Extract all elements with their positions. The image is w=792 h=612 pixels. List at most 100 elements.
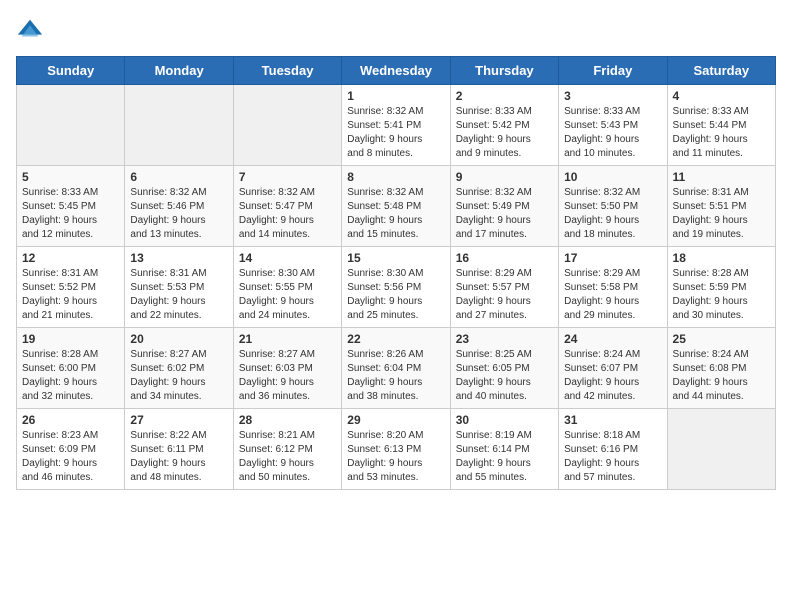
day-info: Sunrise: 8:23 AM Sunset: 6:09 PM Dayligh…: [22, 429, 119, 485]
day-number: 31: [564, 413, 661, 427]
day-info: Sunrise: 8:21 AM Sunset: 6:12 PM Dayligh…: [239, 429, 336, 485]
calendar-day-cell: 17Sunrise: 8:29 AM Sunset: 5:58 PM Dayli…: [559, 247, 667, 328]
calendar-day-cell: 29 Sunrise: 8:20 AM Sunset: 6:13 PM Dayli…: [342, 409, 450, 490]
day-number: 14: [239, 251, 336, 265]
calendar-day-cell: 12Sunrise: 8:31 AM Sunset: 5:52 PM Dayli…: [17, 247, 125, 328]
day-of-week-header: Sunday: [17, 57, 125, 85]
day-number: 8: [347, 170, 444, 184]
day-info: Sunrise: 8:28 AM Sunset: 5:59 PM Dayligh…: [673, 267, 770, 323]
day-number: 4: [673, 89, 770, 103]
calendar-day-cell: 6Sunrise: 8:32 AM Sunset: 5:46 PM Daylig…: [125, 166, 233, 247]
day-number: 24: [564, 332, 661, 346]
day-number: 6: [130, 170, 227, 184]
day-number: 30: [456, 413, 553, 427]
day-number: 25: [673, 332, 770, 346]
page-header: [16, 16, 776, 44]
day-number: 16: [456, 251, 553, 265]
day-number: 3: [564, 89, 661, 103]
day-of-week-header: Wednesday: [342, 57, 450, 85]
day-info: Sunrise: 8:32 AM Sunset: 5:49 PM Dayligh…: [456, 186, 553, 242]
calendar-day-cell: 4 Sunrise: 8:33 AM Sunset: 5:44 PM Daylig…: [667, 85, 775, 166]
calendar-day-cell: 14 Sunrise: 8:30 AM Sunset: 5:55 PM Dayli…: [233, 247, 341, 328]
day-number: 1: [347, 89, 444, 103]
day-of-week-header: Saturday: [667, 57, 775, 85]
day-info: Sunrise: 8:30 AM Sunset: 5:56 PM Dayligh…: [347, 267, 444, 323]
calendar-day-cell: 31 Sunrise: 8:18 AM Sunset: 6:16 PM Dayli…: [559, 409, 667, 490]
day-info: Sunrise: 8:29 AM Sunset: 5:57 PM Dayligh…: [456, 267, 553, 323]
day-info: Sunrise: 8:32 AM Sunset: 5:50 PM Dayligh…: [564, 186, 661, 242]
day-number: 28: [239, 413, 336, 427]
calendar-day-cell: 5Sunrise: 8:33 AM Sunset: 5:45 PM Daylig…: [17, 166, 125, 247]
day-number: 29: [347, 413, 444, 427]
day-info: Sunrise: 8:33 AM Sunset: 5:42 PM Dayligh…: [456, 105, 553, 161]
calendar-day-cell: 28 Sunrise: 8:21 AM Sunset: 6:12 PM Dayli…: [233, 409, 341, 490]
calendar-day-cell: 26 Sunrise: 8:23 AM Sunset: 6:09 PM Dayli…: [17, 409, 125, 490]
day-info: Sunrise: 8:31 AM Sunset: 5:51 PM Dayligh…: [673, 186, 770, 242]
day-info: Sunrise: 8:22 AM Sunset: 6:11 PM Dayligh…: [130, 429, 227, 485]
calendar-day-cell: 9 Sunrise: 8:32 AM Sunset: 5:49 PM Daylig…: [450, 166, 558, 247]
day-of-week-header: Friday: [559, 57, 667, 85]
calendar-day-cell: 27 Sunrise: 8:22 AM Sunset: 6:11 PM Dayli…: [125, 409, 233, 490]
day-info: Sunrise: 8:28 AM Sunset: 6:00 PM Dayligh…: [22, 348, 119, 404]
calendar-day-cell: 25 Sunrise: 8:24 AM Sunset: 6:08 PM Dayli…: [667, 328, 775, 409]
day-number: 2: [456, 89, 553, 103]
calendar-week-row: 5Sunrise: 8:33 AM Sunset: 5:45 PM Daylig…: [17, 166, 776, 247]
calendar-day-cell: 22 Sunrise: 8:26 AM Sunset: 6:04 PM Dayli…: [342, 328, 450, 409]
calendar-day-cell: 1 Sunrise: 8:32 AM Sunset: 5:41 PM Daylig…: [342, 85, 450, 166]
calendar-day-cell: [233, 85, 341, 166]
day-number: 21: [239, 332, 336, 346]
calendar-day-cell: [17, 85, 125, 166]
day-info: Sunrise: 8:25 AM Sunset: 6:05 PM Dayligh…: [456, 348, 553, 404]
day-info: Sunrise: 8:19 AM Sunset: 6:14 PM Dayligh…: [456, 429, 553, 485]
day-info: Sunrise: 8:24 AM Sunset: 6:07 PM Dayligh…: [564, 348, 661, 404]
day-number: 9: [456, 170, 553, 184]
day-number: 11: [673, 170, 770, 184]
logo: [16, 16, 48, 44]
day-info: Sunrise: 8:31 AM Sunset: 5:52 PM Dayligh…: [22, 267, 119, 323]
day-info: Sunrise: 8:18 AM Sunset: 6:16 PM Dayligh…: [564, 429, 661, 485]
day-number: 22: [347, 332, 444, 346]
calendar-day-cell: [125, 85, 233, 166]
calendar-day-cell: 20 Sunrise: 8:27 AM Sunset: 6:02 PM Dayli…: [125, 328, 233, 409]
day-number: 15: [347, 251, 444, 265]
calendar-day-cell: 16 Sunrise: 8:29 AM Sunset: 5:57 PM Dayli…: [450, 247, 558, 328]
calendar-day-cell: 10Sunrise: 8:32 AM Sunset: 5:50 PM Dayli…: [559, 166, 667, 247]
day-number: 13: [130, 251, 227, 265]
calendar-week-row: 1 Sunrise: 8:32 AM Sunset: 5:41 PM Daylig…: [17, 85, 776, 166]
calendar-day-cell: 7 Sunrise: 8:32 AM Sunset: 5:47 PM Daylig…: [233, 166, 341, 247]
logo-icon: [16, 16, 44, 44]
calendar-day-cell: 19 Sunrise: 8:28 AM Sunset: 6:00 PM Dayli…: [17, 328, 125, 409]
day-info: Sunrise: 8:32 AM Sunset: 5:41 PM Dayligh…: [347, 105, 444, 161]
day-number: 27: [130, 413, 227, 427]
day-number: 7: [239, 170, 336, 184]
day-of-week-header: Monday: [125, 57, 233, 85]
day-number: 20: [130, 332, 227, 346]
calendar-week-row: 19 Sunrise: 8:28 AM Sunset: 6:00 PM Dayli…: [17, 328, 776, 409]
day-info: Sunrise: 8:27 AM Sunset: 6:02 PM Dayligh…: [130, 348, 227, 404]
calendar-day-cell: 30 Sunrise: 8:19 AM Sunset: 6:14 PM Dayli…: [450, 409, 558, 490]
calendar-day-cell: 18Sunrise: 8:28 AM Sunset: 5:59 PM Dayli…: [667, 247, 775, 328]
calendar-week-row: 12Sunrise: 8:31 AM Sunset: 5:52 PM Dayli…: [17, 247, 776, 328]
calendar-day-cell: 21Sunrise: 8:27 AM Sunset: 6:03 PM Dayli…: [233, 328, 341, 409]
calendar-day-cell: 15 Sunrise: 8:30 AM Sunset: 5:56 PM Dayli…: [342, 247, 450, 328]
day-info: Sunrise: 8:33 AM Sunset: 5:45 PM Dayligh…: [22, 186, 119, 242]
day-number: 19: [22, 332, 119, 346]
calendar-week-row: 26 Sunrise: 8:23 AM Sunset: 6:09 PM Dayli…: [17, 409, 776, 490]
day-of-week-header: Tuesday: [233, 57, 341, 85]
calendar-table: SundayMondayTuesdayWednesdayThursdayFrid…: [16, 56, 776, 490]
day-info: Sunrise: 8:26 AM Sunset: 6:04 PM Dayligh…: [347, 348, 444, 404]
day-info: Sunrise: 8:33 AM Sunset: 5:43 PM Dayligh…: [564, 105, 661, 161]
day-info: Sunrise: 8:33 AM Sunset: 5:44 PM Dayligh…: [673, 105, 770, 161]
day-info: Sunrise: 8:24 AM Sunset: 6:08 PM Dayligh…: [673, 348, 770, 404]
calendar-day-cell: [667, 409, 775, 490]
day-info: Sunrise: 8:29 AM Sunset: 5:58 PM Dayligh…: [564, 267, 661, 323]
calendar-day-cell: 3 Sunrise: 8:33 AM Sunset: 5:43 PM Daylig…: [559, 85, 667, 166]
day-info: Sunrise: 8:32 AM Sunset: 5:48 PM Dayligh…: [347, 186, 444, 242]
day-info: Sunrise: 8:20 AM Sunset: 6:13 PM Dayligh…: [347, 429, 444, 485]
day-info: Sunrise: 8:30 AM Sunset: 5:55 PM Dayligh…: [239, 267, 336, 323]
day-info: Sunrise: 8:32 AM Sunset: 5:47 PM Dayligh…: [239, 186, 336, 242]
day-number: 26: [22, 413, 119, 427]
calendar-day-cell: 23Sunrise: 8:25 AM Sunset: 6:05 PM Dayli…: [450, 328, 558, 409]
calendar-day-cell: 2 Sunrise: 8:33 AM Sunset: 5:42 PM Daylig…: [450, 85, 558, 166]
calendar-day-cell: 8 Sunrise: 8:32 AM Sunset: 5:48 PM Daylig…: [342, 166, 450, 247]
